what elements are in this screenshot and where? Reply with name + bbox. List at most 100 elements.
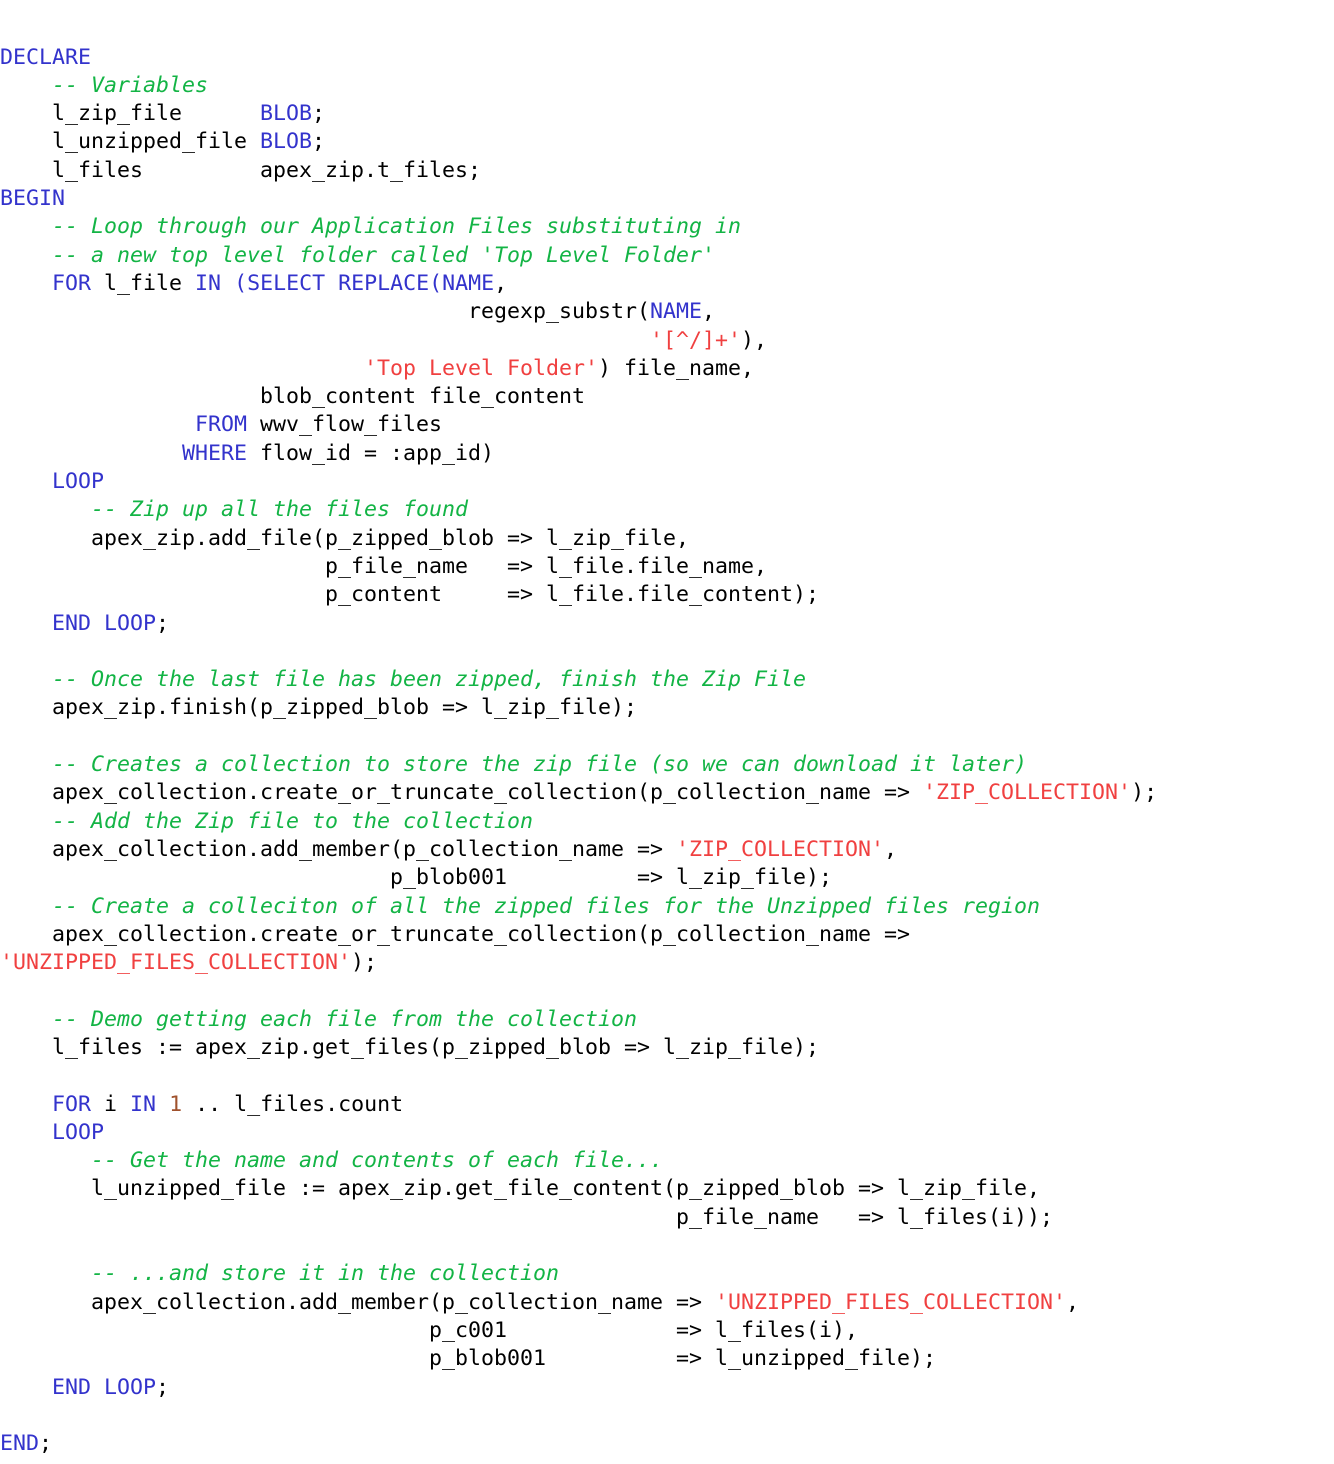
code-line: blob_content file_content: [0, 383, 1334, 411]
code-line: LOOP: [0, 468, 1334, 496]
code-line: END;: [0, 1430, 1334, 1458]
code-token-plain: apex_collection.add_member(p_collection_…: [0, 836, 677, 862]
code-token-num: 1: [169, 1091, 183, 1117]
code-token-plain: l_unzipped_file := apex_zip.get_file_con…: [0, 1176, 1041, 1202]
code-token-plain: l_files apex_zip.t_files;: [0, 157, 482, 183]
code-token-str: '[^/]+': [650, 327, 742, 353]
code-line: -- Zip up all the files found: [0, 496, 1334, 524]
code-token-plain: wwv_flow_files: [247, 412, 443, 438]
code-line: LOOP: [0, 1119, 1334, 1147]
code-token-com: -- Once the last file has been zipped, f…: [52, 667, 807, 693]
code-token-plain: flow_id = :app_id): [247, 440, 495, 466]
code-token-plain: p_c001 => l_files(i),: [0, 1317, 859, 1343]
code-token-kw: LOOP: [52, 469, 105, 495]
code-token-kw: (SELECT REPLACE(: [234, 270, 443, 296]
code-line: p_file_name => l_files(i));: [0, 1204, 1334, 1232]
code-line: -- a new top level folder called 'Top Le…: [0, 242, 1334, 270]
code-token-plain: l_unzipped_file: [0, 129, 261, 155]
code-line: apex_zip.add_file(p_zipped_blob => l_zip…: [0, 525, 1334, 553]
code-token-kw: END LOOP: [52, 610, 157, 636]
code-token-com: -- Get the name and contents of each fil…: [91, 1148, 664, 1174]
code-token-plain: i: [91, 1091, 131, 1117]
code-token-plain: ;: [39, 1431, 53, 1457]
code-token-plain: ,: [702, 299, 716, 325]
code-token-com: -- Create a colleciton of all the zipped…: [52, 893, 1041, 919]
code-token-plain: blob_content file_content: [0, 384, 586, 410]
code-line: l_files apex_zip.t_files;: [0, 157, 1334, 185]
code-token-kw: WHERE: [182, 440, 248, 466]
code-token-com: -- Creates a collection to store the zip…: [52, 752, 1028, 778]
code-line: -- Get the name and contents of each fil…: [0, 1147, 1334, 1175]
code-token-com: -- Variables: [52, 72, 209, 98]
code-token-com: -- a new top level folder called 'Top Le…: [52, 242, 716, 268]
code-token-plain: ,: [884, 836, 898, 862]
code-token-kw: NAME: [442, 270, 495, 296]
code-listing: DECLARE -- Variables l_zip_file BLOB; l_…: [0, 21, 1334, 1464]
code-token-str: 'UNZIPPED_FILES_COLLECTION': [0, 950, 352, 976]
code-line: -- Loop through our Application Files su…: [0, 213, 1334, 241]
code-line: FROM wwv_flow_files: [0, 411, 1334, 439]
code-token-com: -- Loop through our Application Files su…: [52, 214, 742, 240]
code-token-plain: ;: [312, 101, 326, 127]
code-line: DECLARE: [0, 44, 1334, 72]
code-token-plain: apex_zip.finish(p_zipped_blob => l_zip_f…: [0, 695, 638, 721]
code-token-kw: FROM: [195, 412, 248, 438]
code-token-com: -- Demo getting each file from the colle…: [52, 1006, 638, 1032]
code-token-plain: apex_collection.add_member(p_collection_…: [0, 1289, 716, 1315]
code-token-plain: );: [1131, 780, 1158, 806]
code-line: l_zip_file BLOB;: [0, 100, 1334, 128]
code-line: apex_collection.add_member(p_collection_…: [0, 1289, 1334, 1317]
code-token-plain: regexp_substr(: [0, 299, 651, 325]
code-line: p_blob001 => l_unzipped_file);: [0, 1345, 1334, 1373]
code-token-plain: p_file_name => l_file.file_name,: [0, 553, 768, 579]
code-line: apex_collection.create_or_truncate_colle…: [0, 779, 1334, 807]
code-token-plain: l_file: [91, 270, 196, 296]
code-line: -- Creates a collection to store the zip…: [0, 751, 1334, 779]
code-line: p_c001 => l_files(i),: [0, 1317, 1334, 1345]
code-token-kw: END LOOP: [52, 1374, 157, 1400]
code-line: FOR i IN 1 .. l_files.count: [0, 1091, 1334, 1119]
code-token-str: 'UNZIPPED_FILES_COLLECTION': [715, 1289, 1067, 1315]
code-token-plain: ),: [741, 327, 768, 353]
code-token-plain: ;: [156, 1374, 170, 1400]
code-token-kw: BEGIN: [0, 186, 66, 212]
code-token-plain: ;: [312, 129, 326, 155]
code-token-plain: apex_collection.create_or_truncate_colle…: [0, 780, 924, 806]
code-token-kw: IN: [195, 270, 222, 296]
code-line: -- Create a colleciton of all the zipped…: [0, 893, 1334, 921]
code-token-kw: BLOB: [260, 129, 313, 155]
code-token-plain: ,: [494, 270, 508, 296]
code-token-plain: apex_collection.create_or_truncate_colle…: [0, 921, 911, 947]
code-line: -- Add the Zip file to the collection: [0, 808, 1334, 836]
code-line: l_unzipped_file := apex_zip.get_file_con…: [0, 1175, 1334, 1203]
code-line: p_file_name => l_file.file_name,: [0, 553, 1334, 581]
code-token-plain: p_content => l_file.file_content);: [0, 582, 820, 608]
code-token-kw: LOOP: [52, 1119, 105, 1145]
code-token-kw: END: [0, 1431, 40, 1457]
code-token-kw: NAME: [650, 299, 703, 325]
code-token-com: -- Add the Zip file to the collection: [52, 808, 534, 834]
code-token-plain: .. l_files.count: [182, 1091, 404, 1117]
code-line: 'Top Level Folder') file_name,: [0, 355, 1334, 383]
code-line: p_content => l_file.file_content);: [0, 581, 1334, 609]
